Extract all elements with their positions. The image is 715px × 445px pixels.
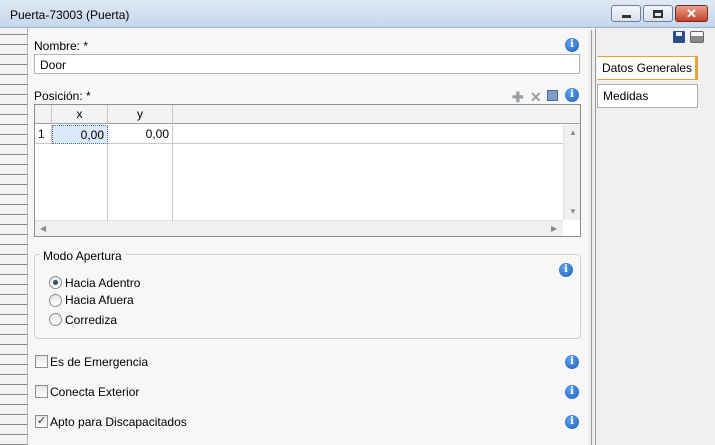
minimize-icon <box>612 6 640 21</box>
radio-hacia-adentro-label[interactable]: Hacia Adentro <box>65 276 140 290</box>
column-header-empty <box>173 105 580 124</box>
scroll-down-icon[interactable]: ▼ <box>569 207 577 216</box>
cell-empty <box>173 125 563 144</box>
info-icon[interactable]: i <box>565 88 579 102</box>
nombre-input[interactable]: Door <box>34 54 580 74</box>
square-icon[interactable] <box>547 90 558 101</box>
close-icon: ✕ <box>686 5 697 21</box>
checkbox-discapacitados[interactable]: ✓ <box>35 415 48 428</box>
maximize-icon <box>644 6 672 21</box>
scroll-up-icon[interactable]: ▲ <box>569 128 577 137</box>
title-bar: Puerta-73003 (Puerta) ✕ <box>0 0 715 28</box>
scroll-left-icon[interactable]: ◀ <box>40 224 46 233</box>
row-header-corner <box>35 105 52 124</box>
minimize-button[interactable] <box>611 5 641 22</box>
info-icon[interactable]: i <box>565 38 579 52</box>
checkbox-emergencia-label[interactable]: Es de Emergencia <box>50 355 148 369</box>
horizontal-scrollbar[interactable]: ◀ ▶ <box>35 220 563 236</box>
column-header-y[interactable]: y <box>108 105 173 124</box>
info-icon[interactable]: i <box>565 355 579 369</box>
tab-datos-generales[interactable]: Datos Generales <box>597 56 698 80</box>
save-icon[interactable] <box>673 31 685 43</box>
modo-apertura-title: Modo Apertura <box>40 249 125 263</box>
checkbox-emergencia[interactable] <box>35 355 48 368</box>
checkbox-discapacitados-label[interactable]: Apto para Discapacitados <box>50 415 187 429</box>
grid-line <box>107 144 108 221</box>
vertical-scrollbar[interactable]: ▲ ▼ <box>563 125 580 220</box>
cell-y[interactable]: 0,00 <box>108 125 173 144</box>
grid-line <box>172 144 173 221</box>
column-header-x[interactable]: x <box>52 105 108 124</box>
radio-corrediza-label[interactable]: Corrediza <box>65 313 117 327</box>
maximize-button[interactable] <box>643 5 673 22</box>
window-title: Puerta-73003 (Puerta) <box>10 8 130 22</box>
posicion-grid[interactable]: x y 1 0,00 0,00 ▲ ▼ ◀ ▶ <box>34 104 581 237</box>
binder-spine <box>0 28 28 445</box>
info-icon[interactable]: i <box>565 415 579 429</box>
radio-corrediza[interactable] <box>49 313 62 326</box>
info-icon[interactable]: i <box>559 263 573 277</box>
info-icon[interactable]: i <box>565 385 579 399</box>
checkbox-conecta-exterior-label[interactable]: Conecta Exterior <box>50 385 139 399</box>
checkbox-conecta-exterior[interactable] <box>35 385 48 398</box>
print-icon[interactable] <box>690 31 704 43</box>
cell-x[interactable]: 0,00 <box>52 125 108 144</box>
scroll-right-icon[interactable]: ▶ <box>551 224 557 233</box>
radio-hacia-afuera-label[interactable]: Hacia Afuera <box>65 293 134 307</box>
nombre-label: Nombre: * <box>34 39 89 53</box>
posicion-label: Posición: * <box>34 89 91 103</box>
page-edge <box>592 30 596 445</box>
tab-medidas[interactable]: Medidas <box>597 84 698 108</box>
row-index: 1 <box>35 125 52 144</box>
radio-hacia-afuera[interactable] <box>49 294 62 307</box>
close-button[interactable]: ✕ <box>675 5 708 22</box>
radio-hacia-adentro[interactable] <box>49 276 62 289</box>
